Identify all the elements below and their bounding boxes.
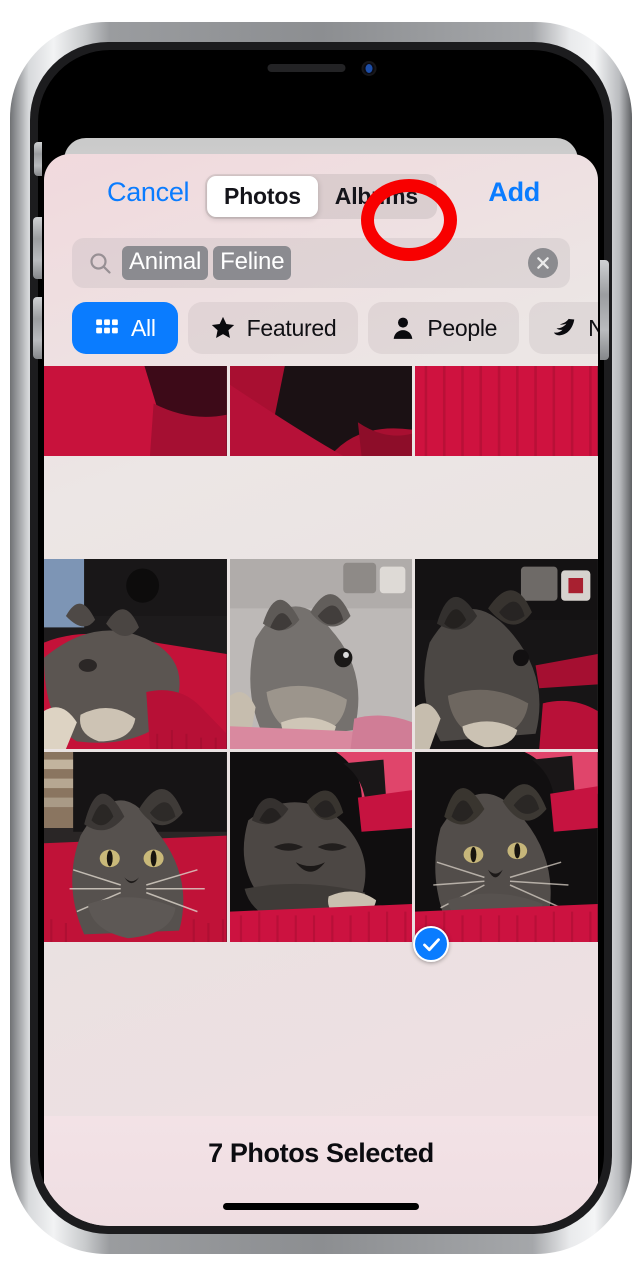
filter-chip-people-label: People bbox=[427, 314, 498, 341]
filter-chip-people[interactable]: People bbox=[368, 302, 520, 354]
clear-search-button[interactable] bbox=[528, 248, 558, 278]
checkmark-icon bbox=[422, 937, 440, 951]
photo-thumbnail-1[interactable] bbox=[44, 366, 227, 456]
photo-picker-sheet: Cancel Photos Albums Add Animal Feline A… bbox=[44, 154, 598, 1226]
photo-thumbnail-9[interactable] bbox=[415, 752, 598, 942]
selection-status: 7 Photos Selected bbox=[208, 1138, 434, 1168]
add-button[interactable]: Add bbox=[488, 177, 540, 208]
search-icon bbox=[90, 253, 111, 274]
device-frame: Cancel Photos Albums Add Animal Feline A… bbox=[10, 22, 632, 1254]
volume-up-button[interactable] bbox=[33, 217, 42, 279]
segment-photos[interactable]: Photos bbox=[207, 176, 318, 217]
selection-checkmark-badge[interactable] bbox=[413, 926, 449, 962]
filter-chip-all-label: All bbox=[131, 314, 156, 341]
front-camera bbox=[361, 61, 377, 76]
filter-chip-nature[interactable]: Nature bbox=[529, 302, 598, 354]
photo-thumbnail-6[interactable] bbox=[415, 559, 598, 749]
filter-chip-featured-label: Featured bbox=[246, 314, 337, 341]
search-bar[interactable]: Animal Feline bbox=[72, 238, 570, 288]
picker-nav-bar: Cancel Photos Albums Add bbox=[44, 154, 598, 228]
source-segmented-control[interactable]: Photos Albums bbox=[205, 174, 437, 219]
search-token-animal[interactable]: Animal bbox=[122, 246, 209, 280]
cancel-button[interactable]: Cancel bbox=[107, 177, 190, 208]
leaf-icon bbox=[554, 318, 575, 336]
photo-thumbnail-7[interactable] bbox=[44, 752, 227, 942]
power-button[interactable] bbox=[600, 260, 609, 360]
filter-chip-row: All Featured People N bbox=[72, 302, 598, 354]
photo-thumbnail-8[interactable] bbox=[229, 752, 413, 942]
photo-thumbnail-5[interactable] bbox=[229, 559, 413, 749]
filter-chip-nature-label: Nature bbox=[588, 314, 598, 341]
mute-switch[interactable] bbox=[34, 142, 42, 176]
close-icon bbox=[537, 257, 549, 269]
grid-icon bbox=[96, 319, 118, 334]
home-indicator[interactable] bbox=[223, 1203, 419, 1210]
search-token-list: Animal Feline bbox=[122, 246, 292, 280]
notch bbox=[213, 50, 429, 86]
filter-chip-featured[interactable]: Featured bbox=[187, 302, 359, 354]
search-token-feline[interactable]: Feline bbox=[213, 246, 292, 280]
segment-albums[interactable]: Albums bbox=[318, 176, 435, 217]
photo-thumbnail-4[interactable] bbox=[44, 559, 227, 749]
photo-thumbnail-3[interactable] bbox=[415, 366, 598, 456]
device-bezel: Cancel Photos Albums Add Animal Feline A… bbox=[30, 42, 612, 1234]
star-icon bbox=[211, 316, 234, 338]
photo-thumbnail-2[interactable] bbox=[229, 366, 413, 456]
volume-down-button[interactable] bbox=[33, 297, 42, 359]
earpiece-speaker bbox=[267, 64, 346, 72]
person-icon bbox=[394, 317, 413, 339]
filter-chip-all[interactable]: All bbox=[72, 302, 178, 354]
phone-screen: Cancel Photos Albums Add Animal Feline A… bbox=[38, 50, 604, 1226]
photo-grid bbox=[44, 366, 598, 1116]
